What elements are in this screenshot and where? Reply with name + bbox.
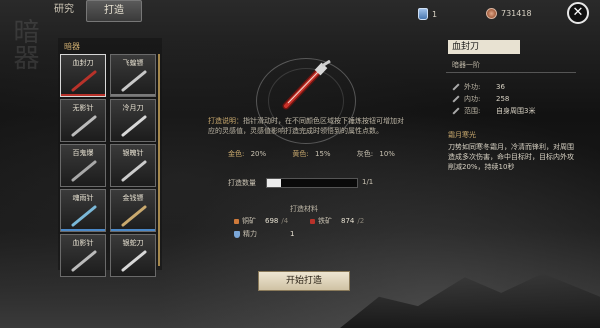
weapon-slot[interactable]: 飞蝗镖 xyxy=(110,54,156,97)
material-energy-value: 1 xyxy=(290,230,295,238)
weapon-icon xyxy=(121,205,147,227)
sword-icon xyxy=(452,83,460,91)
materials-title: 打造材料 xyxy=(290,205,318,213)
weapon-icon xyxy=(71,160,97,182)
start-craft-button[interactable]: 开始打造 xyxy=(258,271,350,291)
yellow-rate-label: 黄色: xyxy=(292,150,309,158)
stat-range: 范围: 自身周围3米 xyxy=(452,106,535,116)
material-iron-name: 铁矿 xyxy=(318,217,332,225)
weapon-name-plate: 血封刀 xyxy=(448,40,520,54)
weapon-slot-name: 血影针 xyxy=(72,239,94,247)
material-energy: 精力 1 xyxy=(234,229,294,239)
gray-rate-label: 灰色: xyxy=(356,150,374,158)
craft-description: 打造说明：指针滑动时，在不同颜色区域按下锤炼按钮可增加对应的灵感值，灵感值影响打… xyxy=(208,116,408,136)
sword-icon xyxy=(452,95,460,103)
rarity-bar xyxy=(111,229,155,231)
craft-quantity-label: 打造数量 xyxy=(228,179,256,187)
stat-inner-attack: 内功: 258 xyxy=(452,94,509,104)
stat-range-value: 自身周围3米 xyxy=(496,107,536,115)
craft-quantity-slider[interactable] xyxy=(266,178,358,188)
material-iron-need: /2 xyxy=(357,217,365,225)
resource-coin-value: 731418 xyxy=(501,9,532,18)
weapon-category-label: 暗器 xyxy=(64,42,80,51)
resource-coin: 731418 xyxy=(486,8,532,19)
rarity-bar xyxy=(61,94,105,96)
skill-description: 刀势如同寒冬霜月，冷清而锋利，对周围造成多次伤害，命中目标时，目标内外攻削减20… xyxy=(448,143,574,171)
blood-seal-blade-icon xyxy=(282,60,331,110)
range-icon xyxy=(452,107,460,115)
weapon-slot-name: 无影针 xyxy=(72,104,94,112)
stat-outer-attack: 外功: 36 xyxy=(452,82,505,92)
material-copper: 铜矿 698/4 xyxy=(234,216,288,226)
resource-bottle-value: 1 xyxy=(432,9,438,19)
weapon-slot-name: 百鬼爆 xyxy=(72,149,94,157)
stat-inner-attack-value: 258 xyxy=(496,95,510,103)
weapon-icon xyxy=(121,250,147,272)
divider xyxy=(446,72,576,73)
material-copper-value: 698 xyxy=(265,217,279,225)
weapon-slot-name: 血封刀 xyxy=(72,59,94,67)
weapon-slot[interactable]: 血封刀 xyxy=(60,54,106,97)
weapon-slot[interactable]: 银蛇刀 xyxy=(110,234,156,277)
weapon-icon xyxy=(121,70,147,92)
close-icon: ✕ xyxy=(572,5,584,20)
list-scrollbar[interactable] xyxy=(158,54,160,266)
rarity-bar xyxy=(111,94,155,96)
stat-range-label: 范围: xyxy=(464,107,481,115)
material-energy-name: 精力 xyxy=(243,230,257,238)
tab-research[interactable]: 研究 xyxy=(44,0,84,20)
watermark-text: 暗器 xyxy=(9,18,39,70)
weapon-slot-name: 冷月刀 xyxy=(122,104,144,112)
stat-inner-attack-label: 内功: xyxy=(464,95,481,103)
iron-ore-icon xyxy=(310,218,315,224)
weapon-grid: 血封刀 飞蝗镖无影针 冷月刀百鬼爆 银魄针魂雨针 金钱镖血影针 银蛇刀 xyxy=(60,54,156,277)
copper-ore-icon xyxy=(234,218,239,224)
weapon-slot-name: 飞蝗镖 xyxy=(122,59,144,67)
yellow-rate-value: 15% xyxy=(314,150,331,158)
stat-outer-attack-value: 36 xyxy=(496,83,505,91)
gold-rate-label: 金色: xyxy=(228,150,245,158)
copper-coin-icon xyxy=(486,8,497,19)
weapon-slot[interactable]: 无影针 xyxy=(60,99,106,142)
gold-rate-value: 20% xyxy=(250,150,267,158)
close-button[interactable]: ✕ xyxy=(567,2,589,24)
weapon-slot-name: 金钱镖 xyxy=(122,194,144,202)
weapon-slot-name: 银魄针 xyxy=(122,149,144,157)
weapon-slot[interactable]: 魂雨针 xyxy=(60,189,106,232)
weapon-icon xyxy=(71,70,97,92)
weapon-slot[interactable]: 银魄针 xyxy=(110,144,156,187)
weapon-icon xyxy=(121,160,147,182)
weapon-slot[interactable]: 百鬼爆 xyxy=(60,144,106,187)
rarity-bar xyxy=(61,229,105,231)
top-bar: 研究 打造 1 731418 ✕ xyxy=(0,0,600,24)
material-iron-value: 874 xyxy=(341,217,355,225)
weapon-slot[interactable]: 血影针 xyxy=(60,234,106,277)
material-copper-name: 铜矿 xyxy=(242,217,256,225)
craft-description-label: 打造说明： xyxy=(208,117,243,125)
weapon-icon xyxy=(121,115,147,137)
gray-rate-value: 10% xyxy=(379,150,395,158)
weapon-slot[interactable]: 冷月刀 xyxy=(110,99,156,142)
weapon-subtitle: 暗器一阶 xyxy=(452,61,480,69)
weapon-icon xyxy=(71,205,97,227)
material-iron: 铁矿 874/2 xyxy=(310,216,364,226)
inspiration-rates: 金色: 20% 黄色: 15% 灰色: 10% xyxy=(228,149,395,159)
craft-quantity-value: 1/1 xyxy=(362,178,374,186)
energy-icon xyxy=(234,230,240,238)
weapon-slot-name: 魂雨针 xyxy=(72,194,94,202)
skill-title: 霜月寒光 xyxy=(448,131,476,139)
craft-quantity-fill xyxy=(267,179,281,187)
stat-outer-attack-label: 外功: xyxy=(464,83,481,91)
potion-bottle-icon xyxy=(418,8,428,20)
material-copper-need: /4 xyxy=(281,217,289,225)
weapon-icon xyxy=(71,115,97,137)
weapon-icon xyxy=(71,250,97,272)
weapon-slot-name: 银蛇刀 xyxy=(122,239,144,247)
resource-bottle: 1 xyxy=(418,8,437,20)
tab-craft[interactable]: 打造 xyxy=(86,0,142,22)
weapon-slot[interactable]: 金钱镖 xyxy=(110,189,156,232)
